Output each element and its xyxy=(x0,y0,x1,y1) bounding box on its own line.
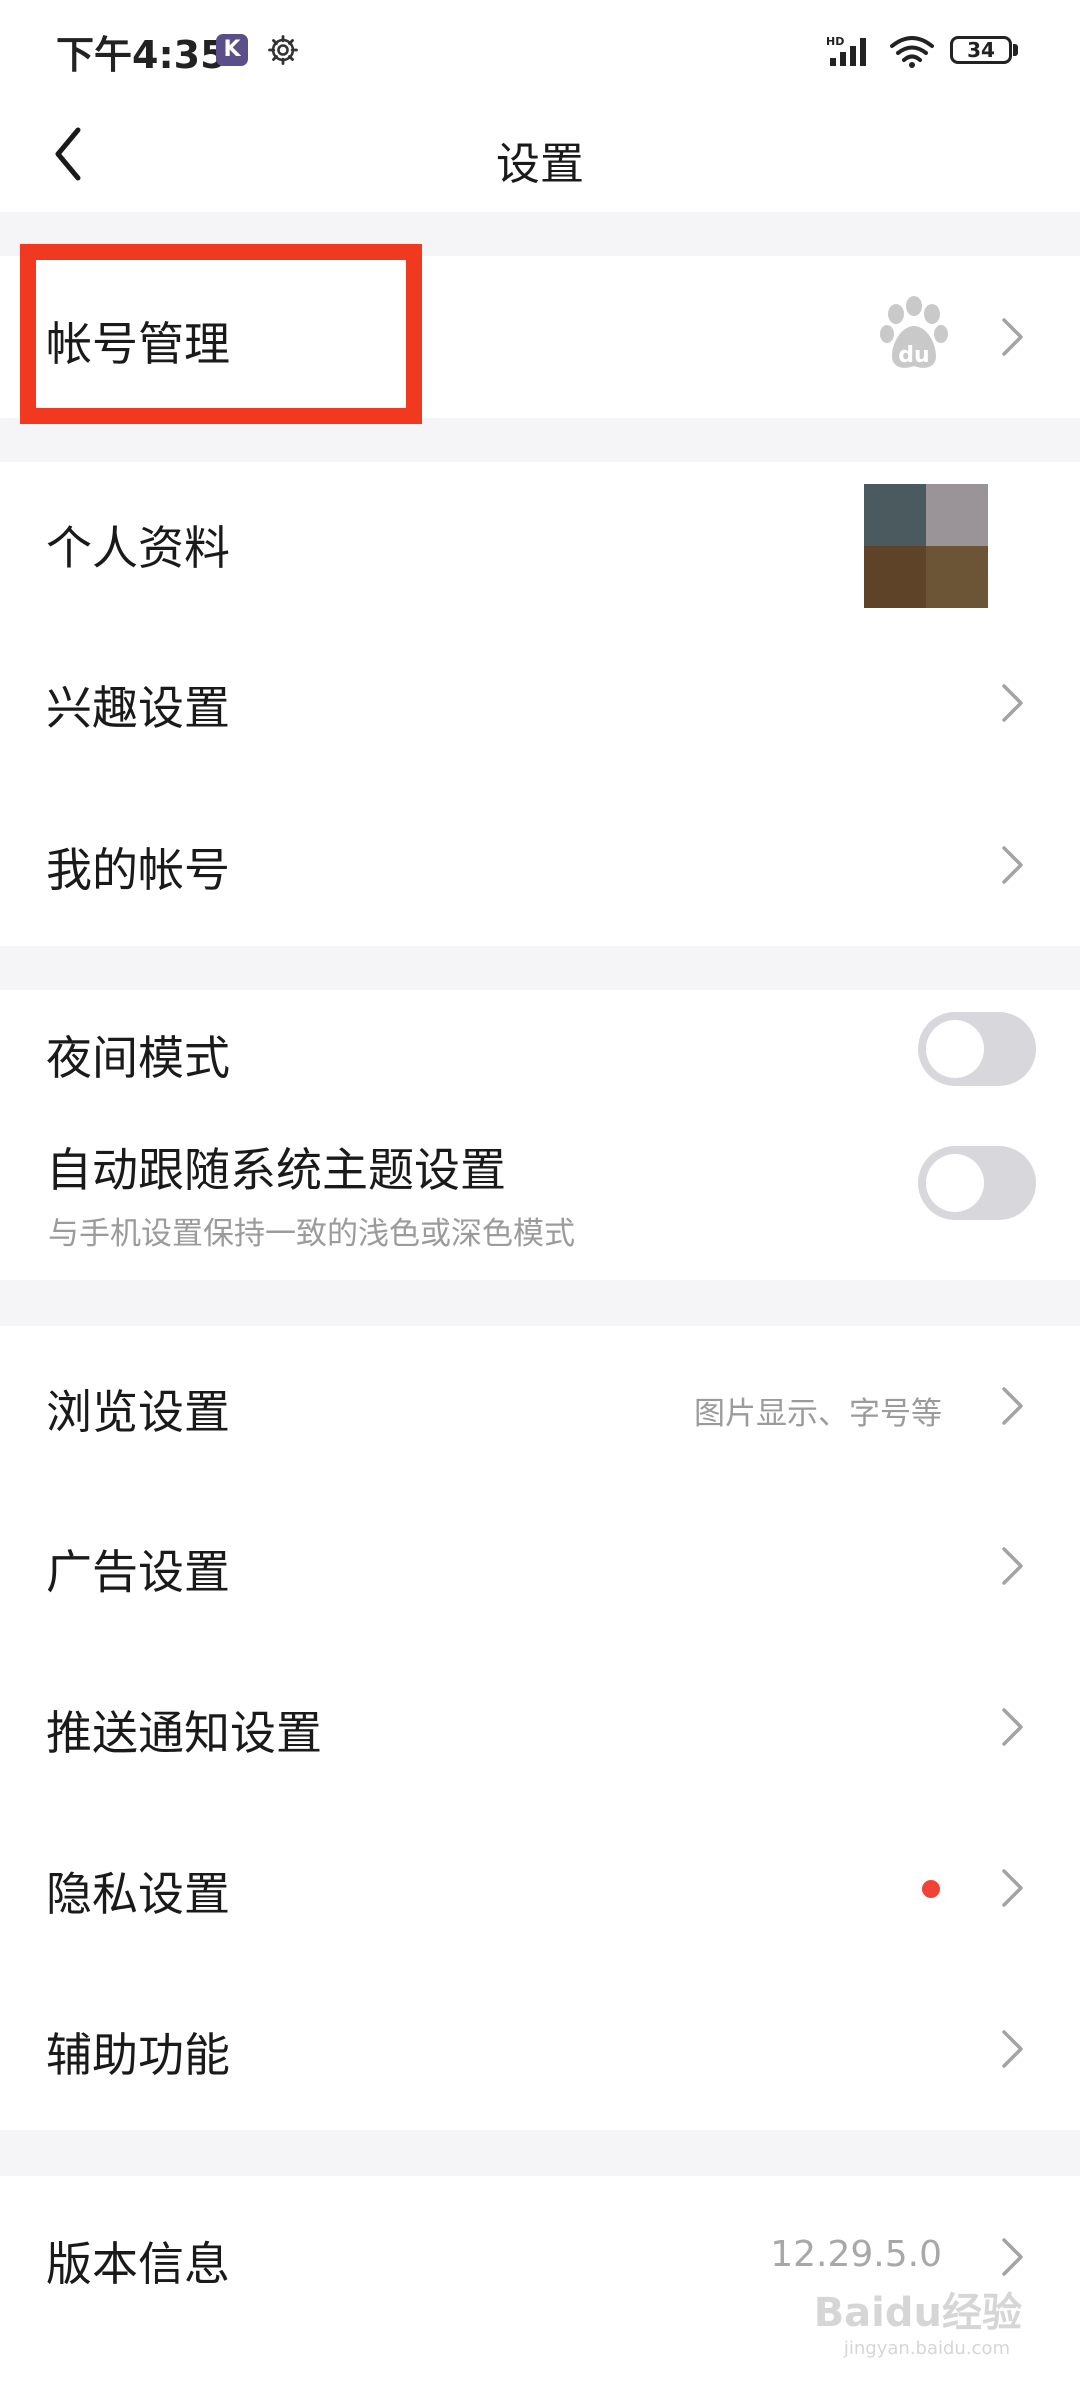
interest-settings-label: 兴趣设置 xyxy=(46,681,230,735)
follow-system-label: 自动跟随系统主题设置 xyxy=(46,1143,506,1197)
avatar-tile xyxy=(926,484,988,546)
battery-tip xyxy=(1013,44,1018,56)
baidu-paw-icon: du xyxy=(880,296,948,368)
status-time: 下午4:35 xyxy=(56,33,227,77)
watermark-logo: Baidu经验 xyxy=(813,2290,1022,2336)
ad-settings-label: 广告设置 xyxy=(46,1545,230,1599)
accessibility-row[interactable]: 辅助功能 xyxy=(0,1969,1080,2130)
browse-settings-row[interactable]: 浏览设置 图片显示、字号等 xyxy=(0,1326,1080,1486)
notification-dot xyxy=(922,1880,940,1898)
my-account-row[interactable]: 我的帐号 xyxy=(0,784,1080,946)
privacy-settings-row[interactable]: 隐私设置 xyxy=(0,1808,1080,1969)
toggle-knob xyxy=(926,1154,984,1212)
avatar-tile xyxy=(926,546,988,608)
privacy-settings-label: 隐私设置 xyxy=(46,1867,230,1921)
status-bar: 下午4:35 K HD 34 xyxy=(0,0,1080,100)
gear-icon xyxy=(268,35,298,65)
battery-indicator: 34 xyxy=(950,36,1012,64)
chevron-right-icon xyxy=(1002,684,1023,722)
follow-system-description: 与手机设置保持一致的浅色或深色模式 xyxy=(48,1216,575,1252)
chevron-right-icon xyxy=(1002,2238,1023,2276)
my-account-label: 我的帐号 xyxy=(46,843,230,897)
interest-settings-row[interactable]: 兴趣设置 xyxy=(0,622,1080,784)
browse-settings-hint: 图片显示、字号等 xyxy=(694,1396,942,1432)
ad-settings-row[interactable]: 广告设置 xyxy=(0,1486,1080,1647)
night-mode-label: 夜间模式 xyxy=(46,1031,230,1085)
app-notification-icon: K xyxy=(216,34,248,66)
version-number: 12.29.5.0 xyxy=(770,2234,942,2275)
watermark-url: jingyan.baidu.com xyxy=(843,2338,1010,2359)
browse-settings-label: 浏览设置 xyxy=(46,1385,230,1439)
push-settings-row[interactable]: 推送通知设置 xyxy=(0,1647,1080,1808)
chevron-right-icon xyxy=(1002,846,1023,884)
night-mode-row: 夜间模式 xyxy=(0,990,1080,1110)
wifi-icon xyxy=(890,36,934,68)
signal-icon: HD xyxy=(826,35,866,66)
version-info-label: 版本信息 xyxy=(46,2237,230,2291)
push-settings-label: 推送通知设置 xyxy=(46,1706,322,1760)
personal-info-label: 个人资料 xyxy=(46,521,230,575)
follow-system-toggle[interactable] xyxy=(918,1146,1036,1220)
avatar-tile xyxy=(864,484,926,546)
chevron-right-icon xyxy=(1002,1547,1023,1585)
page-title: 设置 xyxy=(496,139,584,190)
chevron-right-icon xyxy=(1002,1708,1023,1746)
highlight-annotation xyxy=(20,244,422,424)
chevron-right-icon xyxy=(1002,2030,1023,2068)
svg-text:du: du xyxy=(898,343,929,368)
chevron-right-icon xyxy=(1002,1387,1023,1425)
chevron-right-icon xyxy=(1002,318,1023,356)
toggle-knob xyxy=(926,1020,984,1078)
nav-bar: 设置 xyxy=(0,100,1080,212)
svg-text:HD: HD xyxy=(826,35,844,48)
accessibility-label: 辅助功能 xyxy=(46,2028,230,2082)
theme-group: 夜间模式 自动跟随系统主题设置 与手机设置保持一致的浅色或深色模式 xyxy=(0,990,1080,1280)
avatar-tile xyxy=(864,546,926,608)
night-mode-toggle[interactable] xyxy=(918,1012,1036,1086)
settings-group: 浏览设置 图片显示、字号等 广告设置 推送通知设置 隐私设置 辅助功能 xyxy=(0,1326,1080,2130)
chevron-right-icon xyxy=(1002,1869,1023,1907)
avatar[interactable] xyxy=(864,484,988,608)
follow-system-row: 自动跟随系统主题设置 与手机设置保持一致的浅色或深色模式 xyxy=(0,1110,1080,1280)
